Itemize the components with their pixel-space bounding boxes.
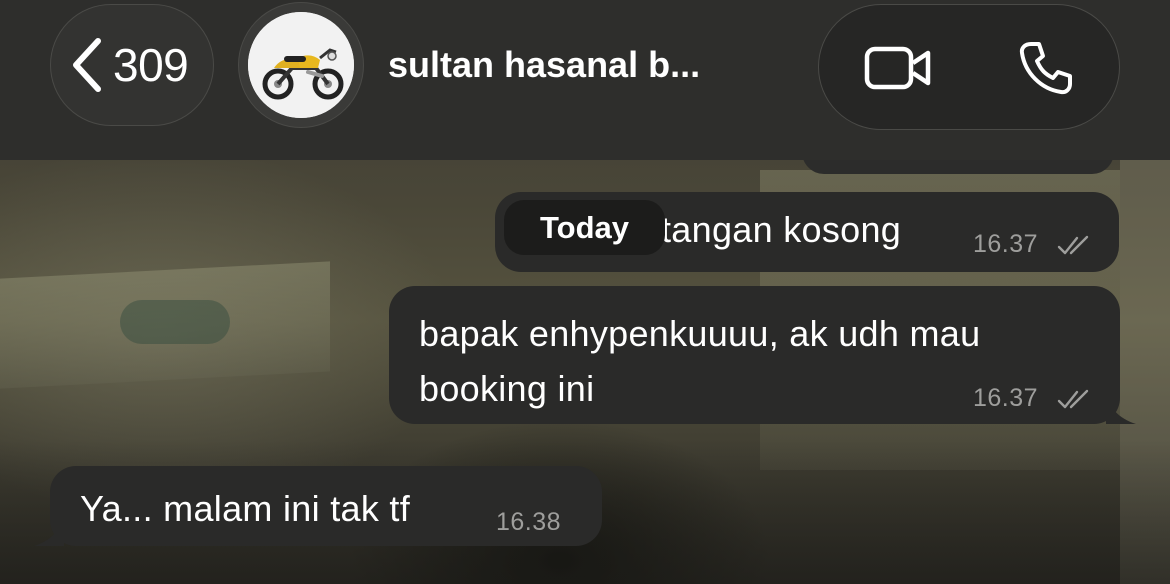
incoming-message[interactable]: Ya... malam ini tak tf 16.38 [34,466,602,546]
chevron-left-icon [65,35,109,95]
voice-call-button[interactable] [1015,38,1075,98]
back-button[interactable]: 309 [50,4,214,126]
bubble-tail [1106,394,1136,424]
date-separator-chip: Today [504,200,665,255]
contact-avatar-button[interactable] [238,2,364,128]
read-receipt-icon [1057,389,1089,409]
message-time: 16.38 [496,508,562,536]
message-time: 16.37 [973,230,1039,258]
motorcycle-avatar-image [248,12,354,118]
unread-count: 309 [113,39,189,91]
outgoing-message[interactable]: bapak enhypenkuuuu, ak udh mau booking i… [389,286,1136,424]
message-text: tangan kosong [661,209,902,250]
video-call-icon [864,46,931,90]
wallpaper-shape [120,300,230,344]
chat-header: 309 sultan hasanal b... [0,0,1170,160]
phone-call-icon [1019,42,1072,95]
message-time: 16.37 [973,384,1039,412]
contact-name[interactable]: sultan hasanal b... [388,44,700,86]
read-receipt-icon [1057,235,1089,255]
bubble-tail [34,516,64,546]
avatar [248,12,354,118]
call-actions-group [818,4,1120,130]
message-text: Ya... malam ini tak tf [80,488,411,529]
video-call-button[interactable] [863,41,933,95]
